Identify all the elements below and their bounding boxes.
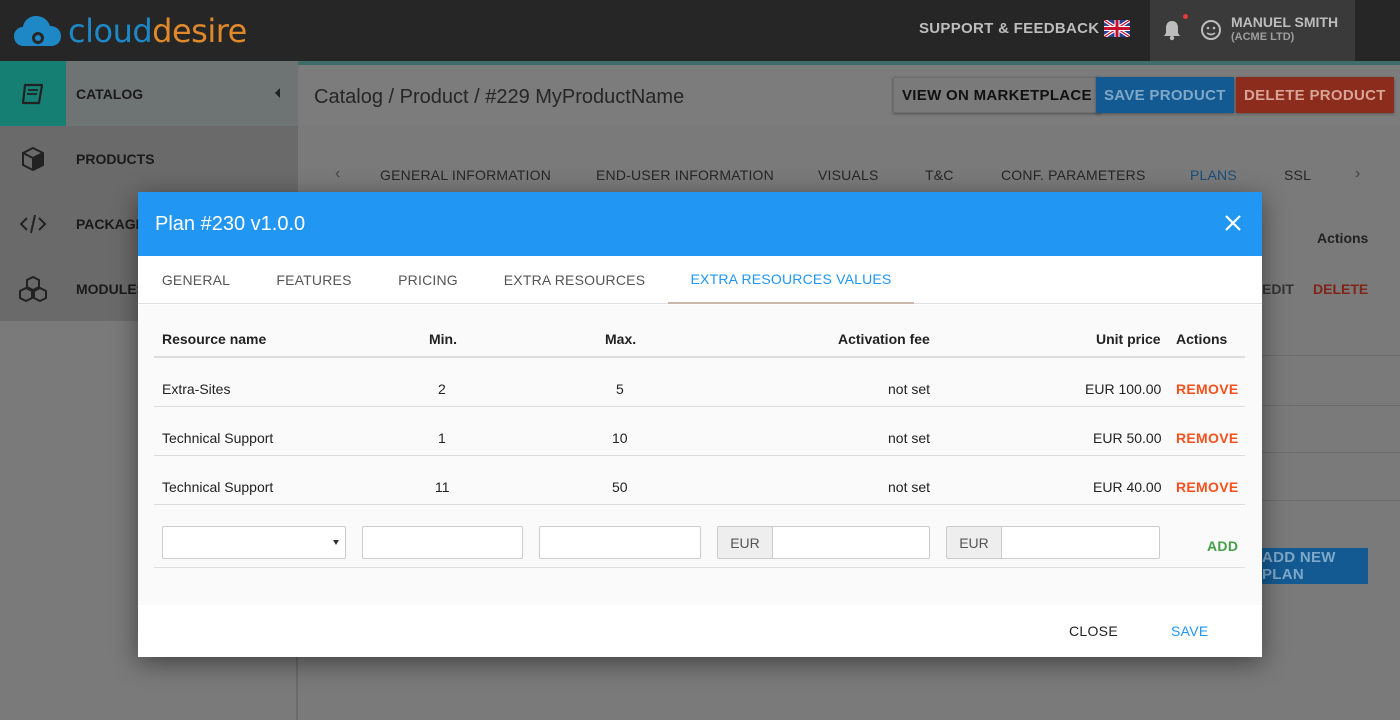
resource-select[interactable] [162,526,346,559]
delete-plan-link[interactable]: DELETE [1313,281,1368,297]
save-product-button[interactable]: SAVE PRODUCT [1096,77,1234,113]
column-header-min: Min. [429,331,457,347]
max-cell: 5 [616,381,624,397]
price-currency-addon: EUR [946,526,1002,559]
table-row: Technical Support 1 10 not set EUR 50.00… [154,407,1245,456]
cube-icon [22,146,44,171]
min-input[interactable] [362,526,523,559]
chevron-left-icon[interactable]: ‹ [335,165,340,183]
min-cell: 1 [438,430,446,446]
product-tabs: ‹ GENERAL INFORMATION END-USER INFORMATI… [309,160,1400,190]
activation-fee-cell: not set [888,479,931,495]
modal-footer: CLOSE SAVE [138,605,1262,657]
cubes-icon [19,275,47,302]
unit-price-cell: EUR 50.00 [1093,430,1162,446]
tab-plans[interactable]: PLANS [1190,167,1237,183]
user-company: (ACME LTD) [1231,31,1295,43]
user-name: MANUEL SMITH [1231,14,1339,30]
uk-flag-icon[interactable] [1104,20,1130,37]
table-header-row: Resource name Min. Max. Activation fee U… [154,305,1245,358]
remove-link[interactable]: REMOVE [1176,381,1238,397]
book-icon [21,83,44,104]
chevron-down-icon [333,540,339,545]
tab-terms[interactable]: T&C [925,167,954,183]
column-header-resource-name: Resource name [162,331,267,347]
column-header-unit-price: Unit price [1096,331,1161,347]
cloud-logo-icon [14,16,61,46]
unit-price-cell: EUR 100.00 [1085,381,1162,397]
plan-modal: Plan #230 v1.0.0 GENERAL FEATURES PRICIN… [138,192,1262,657]
user-menu[interactable]: MANUEL SMITH (ACME LTD) [1150,0,1355,61]
divider [1262,500,1400,501]
unit-price-cell: EUR 40.00 [1093,479,1162,495]
divider [1262,405,1400,406]
resource-name-cell: Extra-Sites [162,381,231,397]
logo[interactable]: clouddesire [14,12,247,50]
max-cell: 50 [612,479,628,495]
fee-currency-addon: EUR [717,526,773,559]
code-icon [19,214,47,233]
sidebar-item-label: CATALOG [76,85,144,102]
view-on-marketplace-button[interactable]: VIEW ON MARKETPLACE [893,77,1101,113]
add-new-plan-button[interactable]: ADD NEW PLAN [1260,548,1368,584]
save-button[interactable]: SAVE [1171,623,1209,639]
remove-link[interactable]: REMOVE [1176,479,1238,495]
modal-tabs: GENERAL FEATURES PRICING EXTRA RESOURCES… [138,256,1262,304]
tab-visuals[interactable]: VISUALS [818,167,879,183]
unit-price-input[interactable] [1001,526,1160,559]
resource-name-cell: Technical Support [162,479,274,495]
breadcrumb: Catalog / Product / #229 MyProductName [314,86,685,108]
user-avatar-icon [1201,20,1221,40]
delete-product-button[interactable]: DELETE PRODUCT [1236,77,1394,113]
tab-extra-resources[interactable]: EXTRA RESOURCES [493,256,656,304]
sidebar-item-products[interactable]: PRODUCTS [0,126,298,191]
activation-fee-cell: not set [888,381,931,397]
max-input[interactable] [539,526,701,559]
divider [1262,355,1400,356]
column-header-max: Max. [605,331,637,347]
table-row: Technical Support 11 50 not set EUR 40.0… [154,456,1245,505]
max-cell: 10 [612,430,628,446]
tab-ssl[interactable]: SSL [1284,167,1311,183]
sidebar-item-label: PRODUCTS [76,150,155,167]
logo-text: clouddesire [68,12,247,50]
caret-left-icon [275,88,280,98]
activation-fee-input[interactable] [772,526,930,559]
close-icon[interactable] [1224,214,1242,232]
modal-body: Resource name Min. Max. Activation fee U… [138,305,1262,605]
modal-header: Plan #230 v1.0.0 [138,192,1262,256]
sidebar-item-catalog[interactable]: CATALOG [0,61,298,126]
bell-icon[interactable] [1162,19,1182,41]
support-feedback-link[interactable]: SUPPORT & FEEDBACK [919,20,1099,37]
notification-dot [1183,14,1188,19]
min-cell: 11 [435,479,450,495]
top-bar: clouddesire SUPPORT & FEEDBACK MANUEL SM… [0,0,1400,61]
tab-conf-parameters[interactable]: CONF. PARAMETERS [1001,167,1146,183]
modal-title: Plan #230 v1.0.0 [155,213,306,235]
activation-fee-cell: not set [888,430,931,446]
tab-features[interactable]: FEATURES [265,256,363,304]
add-button[interactable]: ADD [1207,538,1238,554]
divider [1262,452,1400,453]
plans-actions-header: Actions [1317,230,1369,246]
tab-end-user-information[interactable]: END-USER INFORMATION [596,167,774,183]
close-button[interactable]: CLOSE [1069,623,1118,639]
table-row: Extra-Sites 2 5 not set EUR 100.00 REMOV… [154,358,1245,407]
chevron-right-icon[interactable]: › [1355,165,1360,183]
add-resource-form: EUR EUR ADD [154,505,1245,568]
tab-pricing[interactable]: PRICING [381,256,475,304]
column-header-actions: Actions [1176,331,1228,347]
tab-general[interactable]: GENERAL [147,256,245,304]
column-header-activation-fee: Activation fee [838,331,930,347]
min-cell: 2 [438,381,446,397]
remove-link[interactable]: REMOVE [1176,430,1238,446]
sidebar-item-label: MODULES [76,280,146,297]
tab-general-information[interactable]: GENERAL INFORMATION [380,167,551,183]
page-header: Catalog / Product / #229 MyProductName V… [300,65,1400,125]
resource-name-cell: Technical Support [162,430,274,446]
tab-extra-resources-values[interactable]: EXTRA RESOURCES VALUES [668,256,914,304]
edit-plan-link[interactable]: EDIT [1262,281,1294,297]
